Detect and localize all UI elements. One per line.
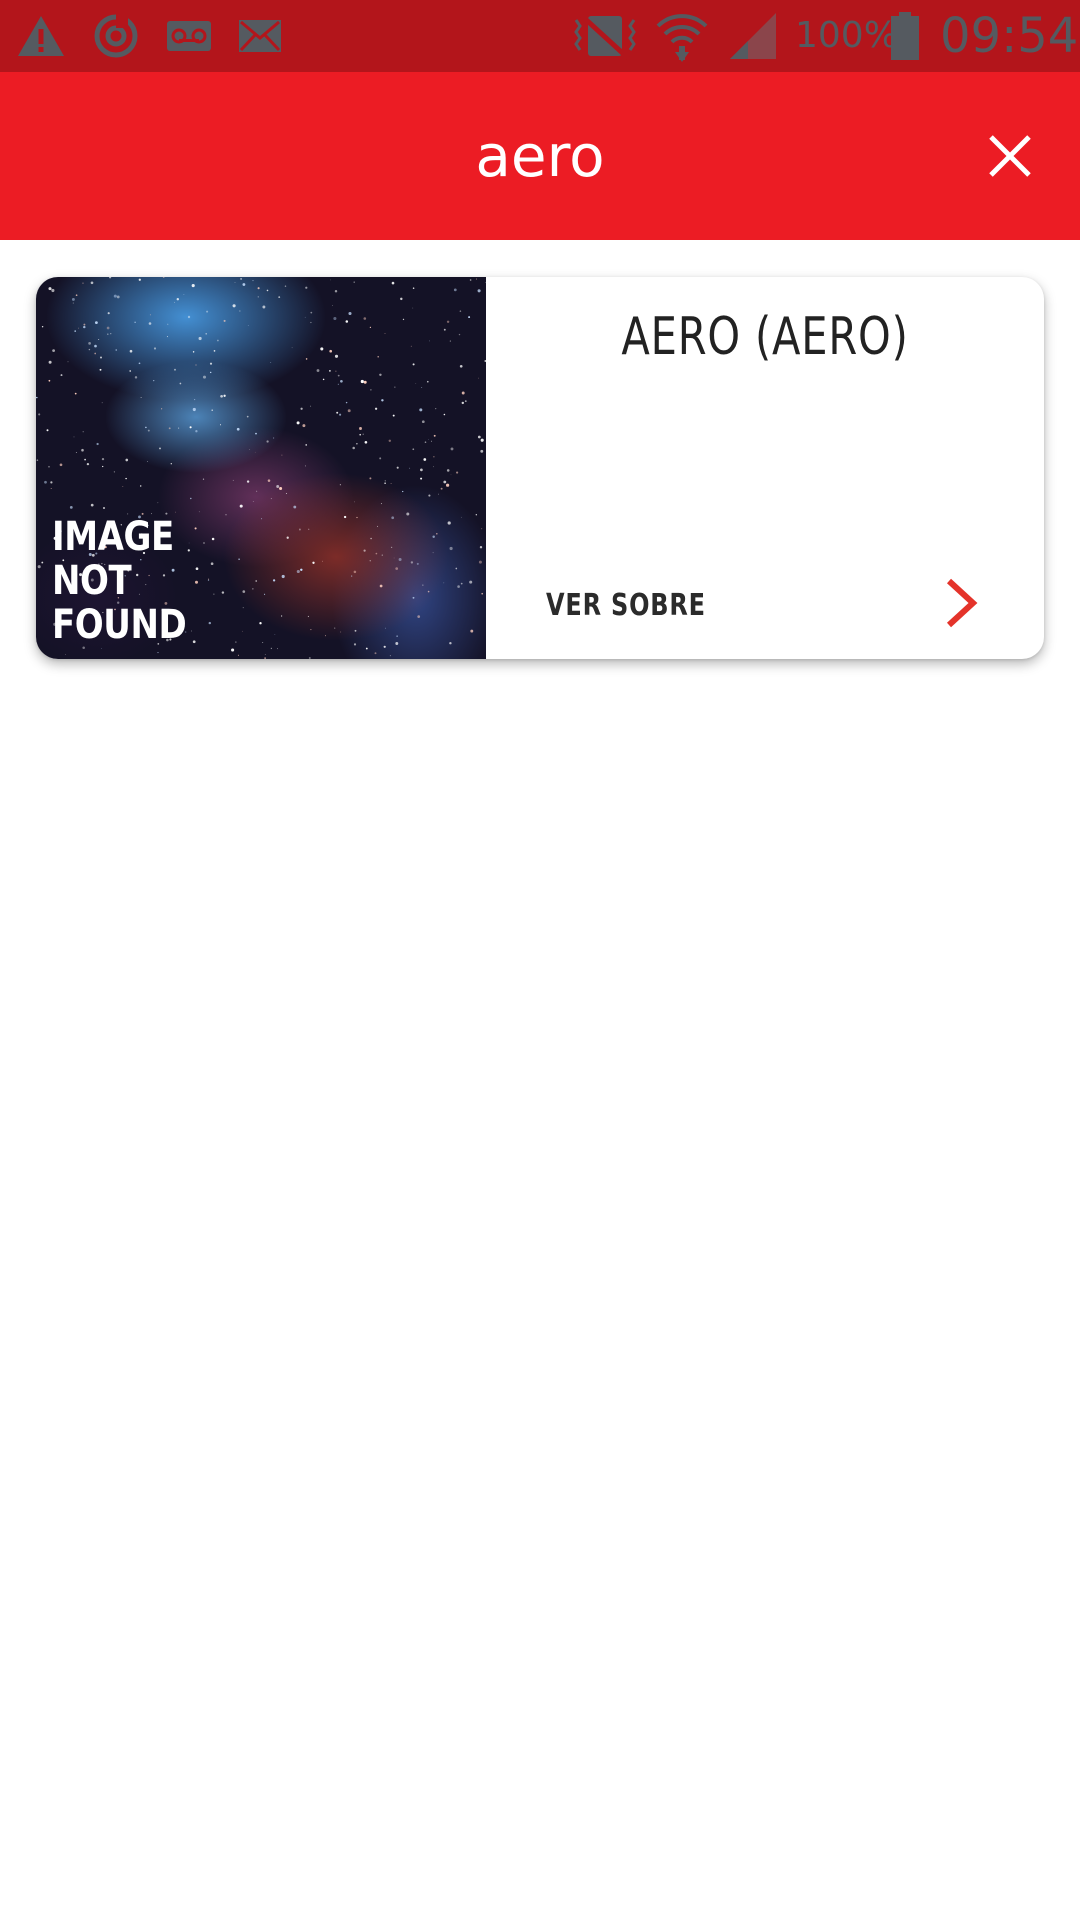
- ver-sobre-link[interactable]: VER SOBRE: [546, 588, 706, 623]
- signal-icon: [728, 0, 778, 72]
- battery-icon: [890, 0, 920, 72]
- voicemail-icon: [166, 0, 212, 72]
- close-icon: [989, 135, 1031, 177]
- image-not-found-thumbnail: IMAGE NOT FOUND: [36, 277, 486, 659]
- image-text-line-1: IMAGE: [52, 514, 174, 560]
- wifi-icon: [654, 0, 710, 72]
- warning-icon: [16, 0, 66, 72]
- result-card[interactable]: IMAGE NOT FOUND AERO (AERO) VER SOBRE: [36, 277, 1044, 659]
- image-text-line-2: NOT: [52, 558, 132, 604]
- result-title: AERO (AERO): [621, 307, 909, 367]
- clock: 09:54: [940, 8, 1079, 64]
- sync-icon: [92, 0, 140, 72]
- battery-percent: 100%: [795, 15, 898, 56]
- search-query-title: aero: [475, 122, 605, 190]
- image-text-line-3: FOUND: [52, 602, 187, 648]
- app-bar: aero: [0, 72, 1080, 240]
- chevron-right-icon[interactable]: [941, 577, 981, 629]
- close-button[interactable]: [978, 124, 1042, 188]
- mail-icon: [238, 0, 282, 72]
- vibrate-icon: [570, 0, 640, 72]
- image-not-found-label: IMAGE NOT FOUND: [52, 514, 187, 648]
- status-bar: 100% 09:54: [0, 0, 1080, 72]
